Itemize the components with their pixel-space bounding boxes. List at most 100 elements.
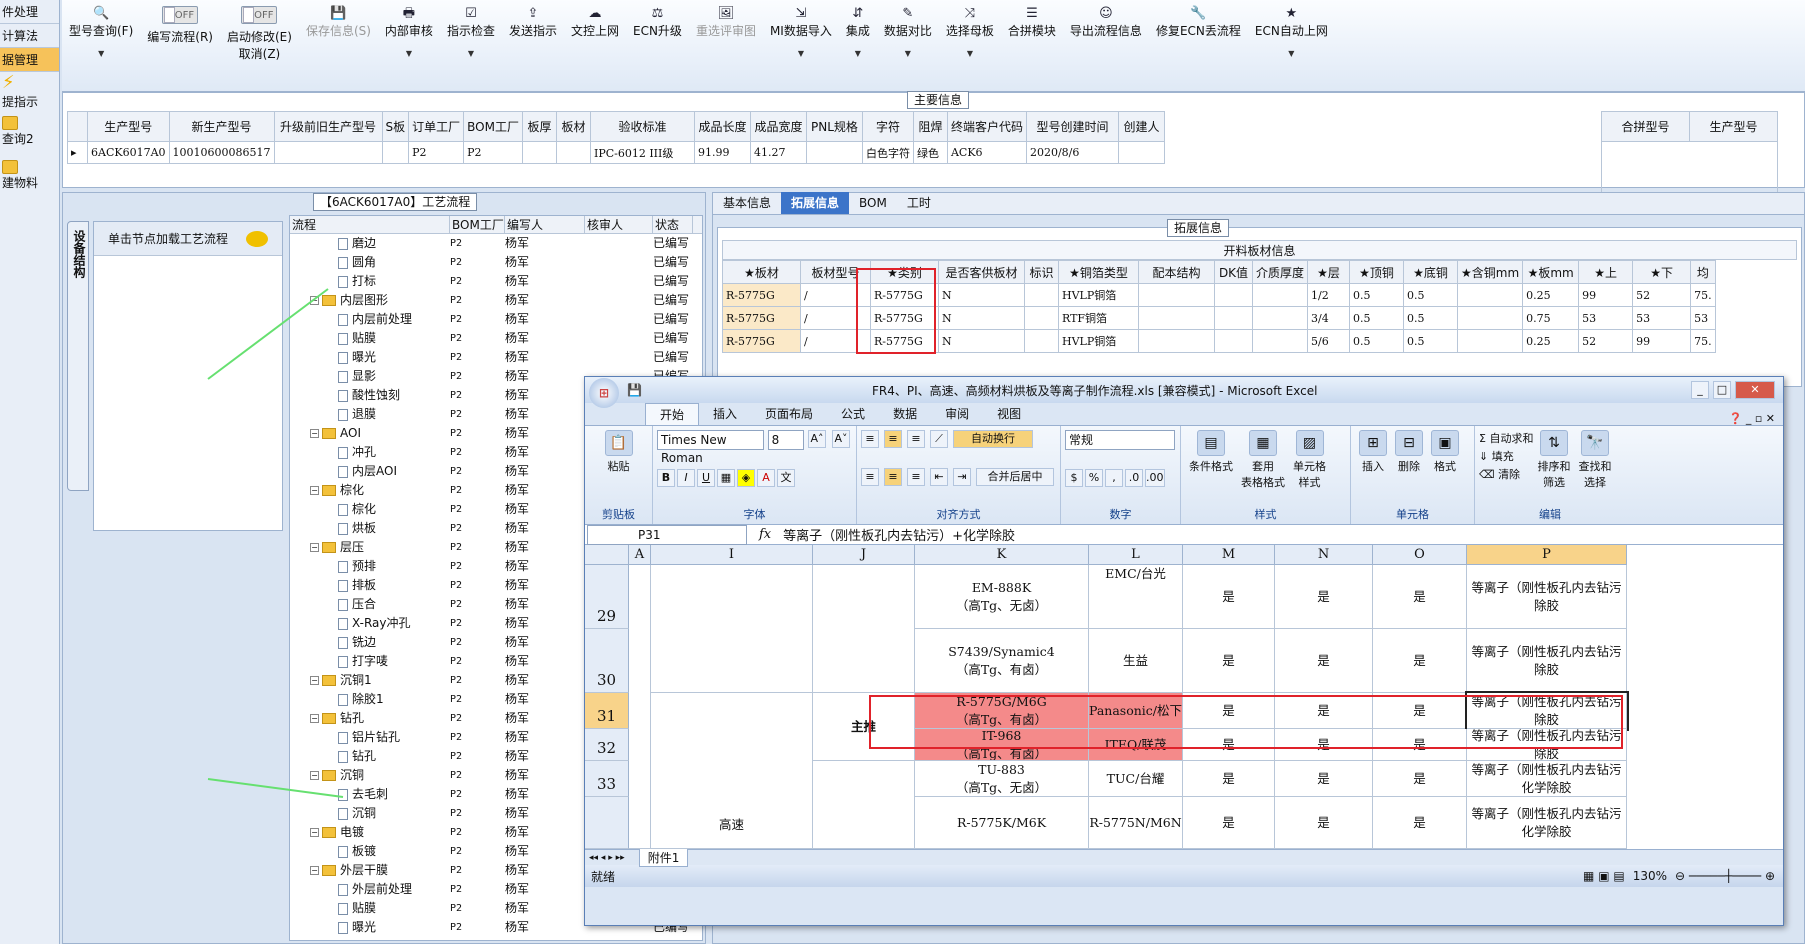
table-cell[interactable]: 0.5 [1403,329,1459,353]
yes-cell[interactable]: 是 [1373,761,1467,797]
table-cell[interactable]: N [938,329,1025,353]
table-cell[interactable] [555,141,591,164]
material-cell[interactable]: EM-888K （高Tg、无卤） [915,565,1089,629]
row-header[interactable]: 29 [585,565,629,629]
start-edit-toggle[interactable]: OFF 启动修改(E) 取消(Z) [227,6,292,62]
table-cell[interactable]: 99 [1578,283,1634,307]
nav-item-1[interactable]: 计算法 [0,24,59,48]
yes-cell[interactable]: 是 [1373,797,1467,849]
table-cell[interactable] [1457,306,1524,330]
yes-cell[interactable]: 是 [1275,565,1373,629]
align-right-icon[interactable]: ≡ [907,468,925,486]
material-cell[interactable]: TU-883 （高Tg、无卤） [915,761,1089,797]
column-header[interactable]: N [1275,545,1373,564]
tab-basic-info[interactable]: 基本信息 [713,192,781,214]
font-size-select[interactable]: 8 [767,430,804,450]
tab-page-layout[interactable]: 页面布局 [751,403,827,425]
cancel-label[interactable]: 取消(Z) [239,45,281,62]
table-cell[interactable] [1117,141,1165,164]
yes-cell[interactable]: 是 [1373,565,1467,629]
table-cell[interactable]: 75. [1690,283,1716,307]
table-cell[interactable] [1251,283,1309,307]
table-cell[interactable] [805,141,863,164]
table-format-button[interactable]: ▦ 套用 表格格式 [1241,430,1285,490]
currency-icon[interactable]: $ [1065,469,1083,487]
table-cell[interactable]: 53 [1578,306,1634,330]
formula-input[interactable]: 等离子（刚性板孔内去钻污）+化学除胶 [783,525,1015,544]
column-header[interactable]: M [1183,545,1275,564]
toggle-switch[interactable]: OFF [162,6,199,24]
fill-color-icon[interactable]: ◈ [737,469,755,487]
row-header[interactable]: 31 [585,693,629,729]
send-instruction-button[interactable]: ⇪ 发送指示 [509,6,557,39]
yes-cell[interactable]: 是 [1183,565,1275,629]
table-cell[interactable]: 0.75 [1522,306,1580,330]
tab-hours[interactable]: 工时 [897,192,941,214]
yes-cell[interactable]: 是 [1373,629,1467,693]
column-header[interactable]: J [813,545,915,564]
conditional-format-button[interactable]: ▤ 条件格式 [1189,430,1233,490]
row-header[interactable]: 32 [585,729,629,761]
table-cell[interactable]: 0.5 [1349,329,1405,353]
insert-cells-button[interactable]: ⊞ 插入 [1359,430,1387,474]
instruction-check-button[interactable]: ☑ 指示检查 ▼ [447,6,495,58]
table-cell[interactable]: 1/2 [1307,283,1351,307]
export-process-button[interactable]: ☺ 导出流程信息 [1070,6,1142,39]
yes-cell[interactable]: 是 [1183,629,1275,693]
cell[interactable] [629,565,651,849]
align-top-icon[interactable]: ≡ [861,430,879,448]
table-cell[interactable]: HVLP铜箔 [1058,329,1139,353]
cell[interactable]: 高速 [651,693,813,849]
data-compare-button[interactable]: ✎ 数据对比 ▼ [884,6,932,58]
ecn-auto-online-button[interactable]: ★ ECN自动上网 ▼ [1255,6,1328,58]
merge-center-button[interactable]: 合并后居中 [976,468,1054,486]
table-cell[interactable]: 99 [1632,329,1692,353]
tab-home[interactable]: 开始 [645,403,700,425]
doc-online-button[interactable]: ☁ 文控上网 [571,6,619,39]
align-bottom-icon[interactable]: ≡ [907,430,925,448]
maker-cell[interactable]: R-5775N/M6N [1089,797,1183,849]
table-cell[interactable]: 75. [1690,329,1716,353]
nav-item-0[interactable]: 件处理 [0,0,59,24]
border-icon[interactable]: ▦ [717,469,735,487]
sheet-nav-icon[interactable]: ◂◂ ◂ ▸ ▸▸ [589,853,625,863]
cell-style-button[interactable]: ▨ 单元格 样式 [1293,430,1326,490]
sheet-tab[interactable]: 附件1 [638,848,689,867]
find-select-button[interactable]: 🔭 查找和 选择 [1578,430,1611,490]
help-icon[interactable]: ❓ _ ▫ ✕ [1729,412,1775,425]
table-cell[interactable] [1024,329,1059,353]
minimize-icon[interactable]: _ [1691,381,1709,399]
table-cell[interactable] [1214,329,1253,353]
align-left-icon[interactable]: ≡ [861,468,879,486]
table-cell[interactable]: P2 [408,141,465,164]
table-cell[interactable]: 0.5 [1403,306,1459,330]
process-cell[interactable]: 等离子（刚性板孔内去钻污 化学除胶 [1467,761,1627,797]
internal-review-button[interactable]: 🖶 内部审核 ▼ [385,6,433,58]
table-cell[interactable]: 0.25 [1522,283,1580,307]
row-header[interactable]: 30 [585,629,629,693]
column-header[interactable]: L [1089,545,1183,564]
table-cell[interactable]: ACK6 [946,141,1027,164]
cell[interactable] [813,761,915,849]
table-cell[interactable] [1138,329,1215,353]
table-cell[interactable]: 52 [1632,283,1692,307]
yes-cell[interactable]: 是 [1275,761,1373,797]
table-cell[interactable]: 0.5 [1349,283,1405,307]
table-cell[interactable]: 53 [1690,306,1716,330]
table-cell[interactable]: R-5775G [722,329,801,353]
shrink-font-icon[interactable]: A˅ [832,430,850,448]
indent-inc-icon[interactable]: ⇥ [953,468,971,486]
tab-insert[interactable]: 插入 [699,403,751,425]
table-cell[interactable] [273,141,383,164]
align-middle-icon[interactable]: ≡ [884,430,902,448]
orientation-icon[interactable]: ⟋ [930,430,948,448]
clear-button[interactable]: ⌫ 清除 [1479,466,1533,482]
close-icon[interactable]: ✕ [1735,381,1775,399]
table-cell[interactable] [1138,283,1215,307]
table-cell[interactable]: IPC-6012 III级 [589,141,695,164]
yes-cell[interactable]: 是 [1275,629,1373,693]
table-cell[interactable]: HVLP铜箔 [1058,283,1139,307]
table-cell[interactable] [1214,306,1253,330]
table-cell[interactable] [521,141,557,164]
format-cells-button[interactable]: ▣ 格式 [1431,430,1459,474]
